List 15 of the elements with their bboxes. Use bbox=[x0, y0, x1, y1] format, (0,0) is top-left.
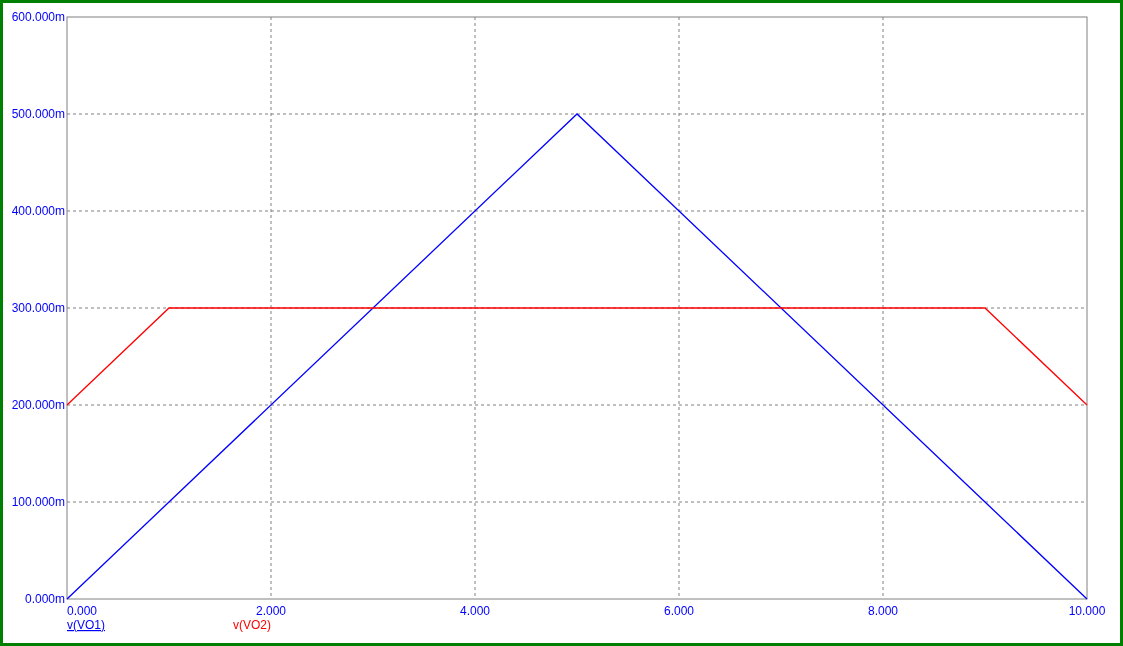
x-tick-label: 6.000 bbox=[664, 604, 694, 618]
y-tick-label: 400.000m bbox=[11, 204, 65, 218]
y-tick-label: 100.000m bbox=[11, 495, 65, 509]
x-tick-label: 2.000 bbox=[256, 604, 286, 618]
y-tick-label: 600.000m bbox=[11, 10, 65, 24]
x-tick-label: 0.000 bbox=[67, 604, 98, 618]
y-tick-label: 300.000m bbox=[11, 301, 65, 315]
legend-label[interactable]: v(VO1) bbox=[67, 618, 105, 632]
y-tick-label: 200.000m bbox=[11, 398, 65, 412]
x-tick-label: 8.000 bbox=[868, 604, 898, 618]
y-tick-label: 0.000m bbox=[24, 592, 65, 606]
legend-label[interactable]: v(VO2) bbox=[233, 618, 271, 632]
x-tick-label: 4.000 bbox=[460, 604, 490, 618]
y-tick-label: 500.000m bbox=[11, 107, 65, 121]
x-tick-label: 10.000 bbox=[1068, 604, 1106, 618]
